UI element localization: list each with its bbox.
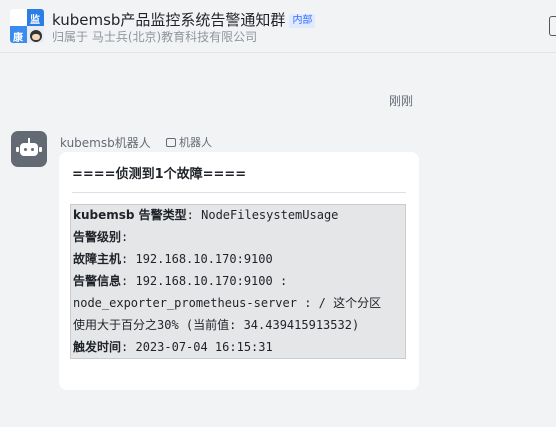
group-avatar[interactable]: 监 康 <box>10 9 44 43</box>
panel-toggle-icon[interactable] <box>549 16 556 36</box>
alert-label: kubemsb 告警类型 <box>73 208 187 222</box>
alert-label: 故障主机 <box>73 252 122 266</box>
alert-value: : NodeFilesystemUsage <box>186 208 339 222</box>
alert-value: : <box>121 230 129 244</box>
alert-line: 触发时间: 2023-07-04 16:15:31 <box>73 340 273 354</box>
robot-icon <box>166 138 176 147</box>
alert-label: 触发时间 <box>73 340 122 354</box>
alert-line: 使用大于百分之30% (当前值: 34.439415913532) <box>73 318 359 332</box>
avatar-char: 康 <box>13 33 23 43</box>
message-card[interactable]: ====侦测到1个故障==== kubemsb 告警类型: NodeFilesy… <box>59 152 419 390</box>
alert-value: node_exporter_prometheus-server : / 这个分区 <box>73 296 382 310</box>
alert-line: 告警信息: 192.168.10.170:9100 : <box>73 274 287 288</box>
avatar-char: 监 <box>30 15 40 26</box>
alert-line: 告警级别: <box>73 230 128 244</box>
alert-value: 使用大于百分之30% (当前值: 34.439415913532) <box>73 318 360 332</box>
alert-details: kubemsb 告警类型: NodeFilesystemUsage 告警级别 : … <box>70 204 406 359</box>
sender-name[interactable]: kubemsb机器人 <box>60 134 151 151</box>
group-title: kubemsb产品监控系统告警通知群 <box>52 11 286 29</box>
divider <box>72 192 406 193</box>
message-timestamp: 刚刚 <box>389 94 414 108</box>
alert-value: : 2023-07-04 16:15:31 <box>121 340 273 354</box>
card-title: ====侦测到1个故障==== <box>72 167 247 182</box>
chat-header: 监 康 kubemsb产品监控系统告警通知群 内部 归属于 马士兵(北京)教育科技… <box>0 0 556 53</box>
bot-badge-label: 机器人 <box>179 136 212 149</box>
alert-label: 告警级别 <box>73 230 122 244</box>
alert-line: 故障主机: 192.168.10.170:9100 <box>73 252 273 266</box>
alert-line: node_exporter_prometheus-server : / 这个分区 <box>73 296 381 310</box>
group-title-row[interactable]: kubemsb产品监控系统告警通知群 内部 <box>52 9 316 30</box>
alert-value: : 192.168.10.170:9100 <box>121 252 273 266</box>
alert-value: : 192.168.10.170:9100 : <box>121 274 288 288</box>
bot-badge: 机器人 <box>166 134 212 150</box>
group-org: 归属于 马士兵(北京)教育科技有限公司 <box>52 30 258 44</box>
internal-badge: 内部 <box>289 14 316 28</box>
alert-line: kubemsb 告警类型: NodeFilesystemUsage <box>73 208 338 222</box>
alert-label: 告警信息 <box>73 274 122 288</box>
bot-avatar[interactable] <box>11 131 47 167</box>
person-icon <box>30 30 42 42</box>
